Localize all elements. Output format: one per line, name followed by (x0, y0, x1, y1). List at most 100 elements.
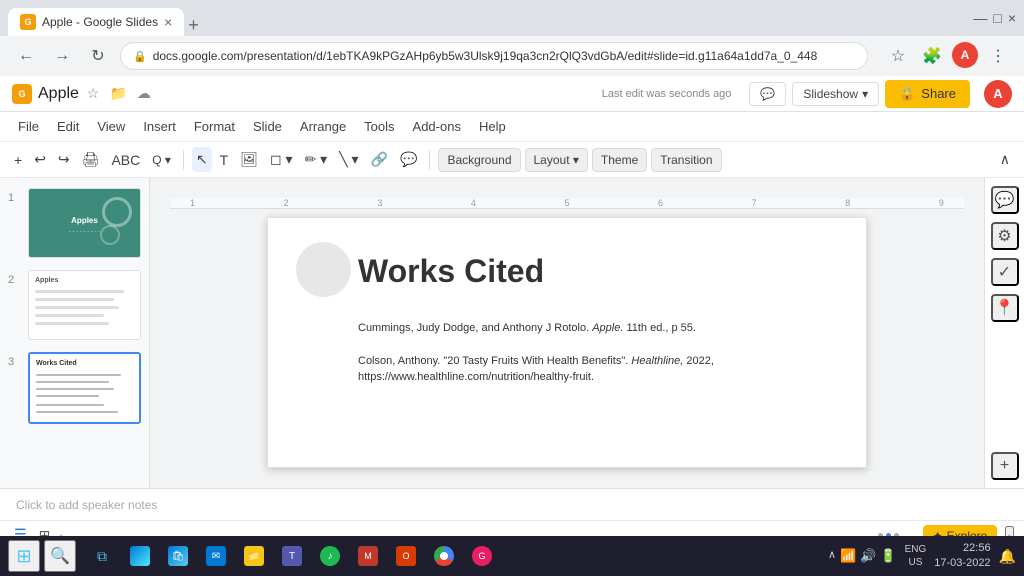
spotify-icon[interactable]: ♪ (312, 538, 348, 574)
select-tool[interactable]: ↖ (192, 147, 212, 172)
mcafee-icon[interactable]: M (350, 538, 386, 574)
browser-nav-bar: ← → ↻ 🔒 docs.google.com/presentation/d/1… (0, 36, 1024, 76)
menu-addons[interactable]: Add-ons (405, 115, 469, 138)
toolbar: + ↩ ↪ 🖨 ABC Q ▾ ↖ T 🖼 ◻ ▾ ✏ ▾ ╲ ▾ 🔗 💬 Ba… (0, 142, 1024, 178)
spell-check-button[interactable]: ABC (107, 148, 144, 172)
maximize-button[interactable]: □ (993, 10, 1001, 26)
menu-tools[interactable]: Tools (356, 115, 402, 138)
avatar[interactable]: A (984, 80, 1012, 108)
print-button[interactable]: 🖨 (78, 147, 104, 172)
search-taskbar-button[interactable]: 🔍 (44, 540, 76, 572)
chrome-icon[interactable] (426, 538, 462, 574)
location-sidebar-icon[interactable]: 📍 (991, 294, 1019, 322)
shapes-tool[interactable]: ◻ ▾ (266, 147, 297, 172)
menu-edit[interactable]: Edit (49, 115, 87, 138)
ruler-mark: 3 (377, 198, 382, 208)
gear-sidebar-icon[interactable]: ⚙ (991, 222, 1019, 250)
store-icon[interactable]: 🛍 (160, 538, 196, 574)
background-button[interactable]: Background (438, 148, 520, 172)
close-button[interactable]: × (1008, 10, 1016, 26)
new-tab-button[interactable]: + (188, 15, 199, 36)
back-button[interactable]: ← (12, 42, 40, 70)
tab-favicon: G (20, 14, 36, 30)
slide-decoration (296, 242, 351, 297)
speaker-notes[interactable]: Click to add speaker notes (0, 488, 1024, 520)
collapse-toolbar-button[interactable]: ∧ (996, 147, 1014, 172)
active-tab[interactable]: G Apple - Google Slides × (8, 8, 184, 36)
comment-tool[interactable]: 💬 (396, 147, 421, 172)
comments-button[interactable]: 💬 (749, 82, 786, 106)
redo-button[interactable]: ↪ (54, 147, 74, 172)
cloud-icon[interactable]: ☁ (137, 85, 151, 102)
start-button[interactable]: ⊞ (8, 540, 40, 572)
slide-editor: 1 2 3 4 5 6 7 8 9 Works Cited Cummings, … (150, 178, 984, 488)
add-tool-button[interactable]: + (10, 148, 26, 172)
taskview-icon[interactable]: ⧉ (84, 538, 120, 574)
undo-button[interactable]: ↩ (30, 147, 50, 172)
minimize-button[interactable]: — (973, 10, 987, 26)
menu-help[interactable]: Help (471, 115, 514, 138)
profile-icon[interactable]: A (952, 42, 978, 68)
bookmark-icon[interactable]: ☆ (884, 42, 912, 70)
refresh-button[interactable]: ↻ (84, 42, 112, 70)
ruler-mark: 5 (564, 198, 569, 208)
battery-icon: 🔋 (880, 548, 896, 564)
text-tool[interactable]: T (216, 148, 233, 172)
mail-icon[interactable]: ✉ (198, 538, 234, 574)
forward-button[interactable]: → (48, 42, 76, 70)
office-icon[interactable]: O (388, 538, 424, 574)
slide-preview-2[interactable]: Apples (28, 270, 141, 340)
close-icon[interactable]: × (164, 14, 172, 30)
plus-sidebar-icon[interactable]: + (991, 452, 1019, 480)
check-sidebar-icon[interactable]: ✓ (991, 258, 1019, 286)
hidden-icons[interactable]: ∧ (828, 548, 836, 564)
slideshow-dropdown-button[interactable]: Slideshow ▾ (792, 82, 879, 106)
date-display: 17-03-2022 (934, 556, 990, 571)
share-button[interactable]: 🔒 Share (885, 80, 970, 108)
citation-1[interactable]: Cummings, Judy Dodge, and Anthony J Roto… (358, 320, 816, 337)
slide-canvas[interactable]: Works Cited Cummings, Judy Dodge, and An… (267, 217, 867, 468)
address-bar[interactable]: 🔒 docs.google.com/presentation/d/1ebTKA9… (120, 42, 868, 70)
image-tool[interactable]: 🖼 (236, 147, 262, 172)
menu-dots-icon[interactable]: ⋮ (984, 42, 1012, 70)
slide-num-2: 2 (8, 274, 22, 286)
layout-button[interactable]: Layout ▾ (525, 148, 588, 172)
folder-icon[interactable]: 📁 (109, 85, 126, 102)
transition-button[interactable]: Transition (651, 148, 721, 172)
line-tool[interactable]: ╲ ▾ (335, 147, 362, 172)
menu-file[interactable]: File (10, 115, 47, 138)
menu-slide[interactable]: Slide (245, 115, 290, 138)
ruler-mark: 2 (284, 198, 289, 208)
citation-2[interactable]: Colson, Anthony. "20 Tasty Fruits With H… (358, 353, 816, 386)
comment-sidebar-icon[interactable]: 💬 (991, 186, 1019, 214)
draw-tool[interactable]: ✏ ▾ (301, 147, 332, 172)
extensions-icon[interactable]: 🧩 (918, 42, 946, 70)
ruler-mark: 7 (752, 198, 757, 208)
menu-bar: File Edit View Insert Format Slide Arran… (0, 112, 1024, 142)
slide-thumbnail-1[interactable]: 1 Apples - - - - - - - - - (6, 186, 143, 260)
volume-icon: 🔊 (860, 548, 876, 564)
menu-arrange[interactable]: Arrange (292, 115, 354, 138)
zoom-control[interactable]: Q ▾ (148, 149, 175, 171)
theme-button[interactable]: Theme (592, 148, 647, 172)
right-sidebar: 💬 ⚙ ✓ 📍 + (984, 178, 1024, 488)
notifications-button[interactable]: 🔔 (999, 548, 1016, 565)
slide-content-area[interactable]: Works Cited Cummings, Judy Dodge, and An… (268, 218, 866, 432)
taskbar: ⊞ 🔍 ⧉ 🛍 ✉ 📁 T ♪ M O (0, 536, 1024, 576)
citation-2-text: Colson, Anthony. "20 Tasty Fruits With H… (358, 355, 714, 384)
menu-view[interactable]: View (89, 115, 133, 138)
teams-icon[interactable]: T (274, 538, 310, 574)
star-icon[interactable]: ☆ (87, 85, 100, 102)
explorer-icon[interactable]: 📁 (236, 538, 272, 574)
link-tool[interactable]: 🔗 (367, 147, 392, 172)
garuda-icon[interactable]: G (464, 538, 500, 574)
edge-icon[interactable] (122, 538, 158, 574)
slide-preview-3[interactable]: Works Cited (28, 352, 141, 424)
slide-thumbnail-3[interactable]: 3 Works Cited (6, 350, 143, 426)
menu-insert[interactable]: Insert (135, 115, 184, 138)
menu-format[interactable]: Format (186, 115, 243, 138)
slide-thumbnail-2[interactable]: 2 Apples (6, 268, 143, 342)
slide-preview-1[interactable]: Apples - - - - - - - - - (28, 188, 141, 258)
clock: 22:56 17-03-2022 (934, 541, 990, 572)
slideshow-arrow-icon: ▾ (862, 87, 868, 101)
